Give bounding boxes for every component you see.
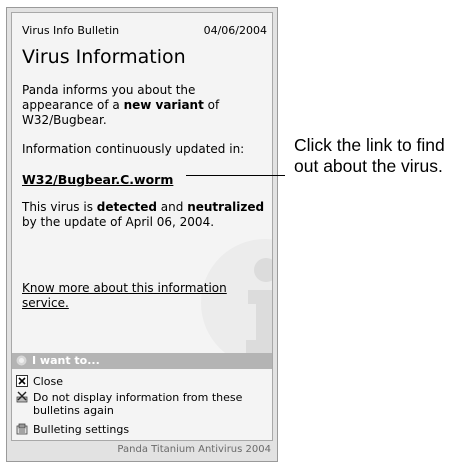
virus-info-bulletin-window: Virus Info Bulletin 04/06/2004 Virus Inf…: [6, 7, 278, 462]
close-label: Close: [33, 375, 63, 388]
do-not-display-label: Do not display information from these bu…: [33, 391, 243, 417]
action-bullet-icon: [16, 355, 27, 366]
bulletin-date: 04/06/2004: [203, 24, 267, 37]
i-want-to-label: I want to...: [32, 354, 100, 367]
intro-bold-text: new variant: [123, 98, 204, 112]
status-text: This virus is detected and neutralized b…: [22, 200, 267, 230]
do-not-display-action[interactable]: Do not display information from these bu…: [16, 391, 266, 419]
bulletin-panel: Virus Info Bulletin 04/06/2004 Virus Inf…: [11, 12, 273, 441]
updated-text: Information continuously updated in:: [22, 142, 245, 156]
callout-leader-line: [186, 175, 285, 176]
status-text-part: This virus is: [22, 200, 97, 214]
status-bold-text: neutralized: [187, 200, 265, 214]
app-name: Virus Info Bulletin: [22, 24, 120, 37]
bulletin-settings-label: Bulleting settings: [33, 423, 130, 436]
intro-text: Panda informs you about the appearance o…: [22, 83, 267, 128]
status-text-part: by the update of April 06, 2004.: [22, 215, 215, 229]
virus-link[interactable]: W32/Bugbear.C.worm: [22, 172, 173, 187]
settings-icon: [16, 423, 28, 435]
status-text-part: and: [156, 200, 188, 214]
know-more-link[interactable]: Know more about this information service…: [22, 281, 257, 311]
page-title: Virus Information: [22, 46, 186, 68]
bulletin-settings-action[interactable]: Bulleting settings: [16, 423, 266, 437]
footer-text: Panda Titanium Antivirus 2004: [117, 444, 271, 455]
close-icon: [16, 375, 28, 387]
callout-text: Click the link to find out about the vir…: [294, 135, 445, 176]
do-not-display-icon: [16, 391, 28, 403]
close-action[interactable]: Close: [16, 375, 266, 389]
i-want-to-bar: I want to...: [12, 353, 272, 369]
status-bold-text: detected: [96, 200, 157, 214]
